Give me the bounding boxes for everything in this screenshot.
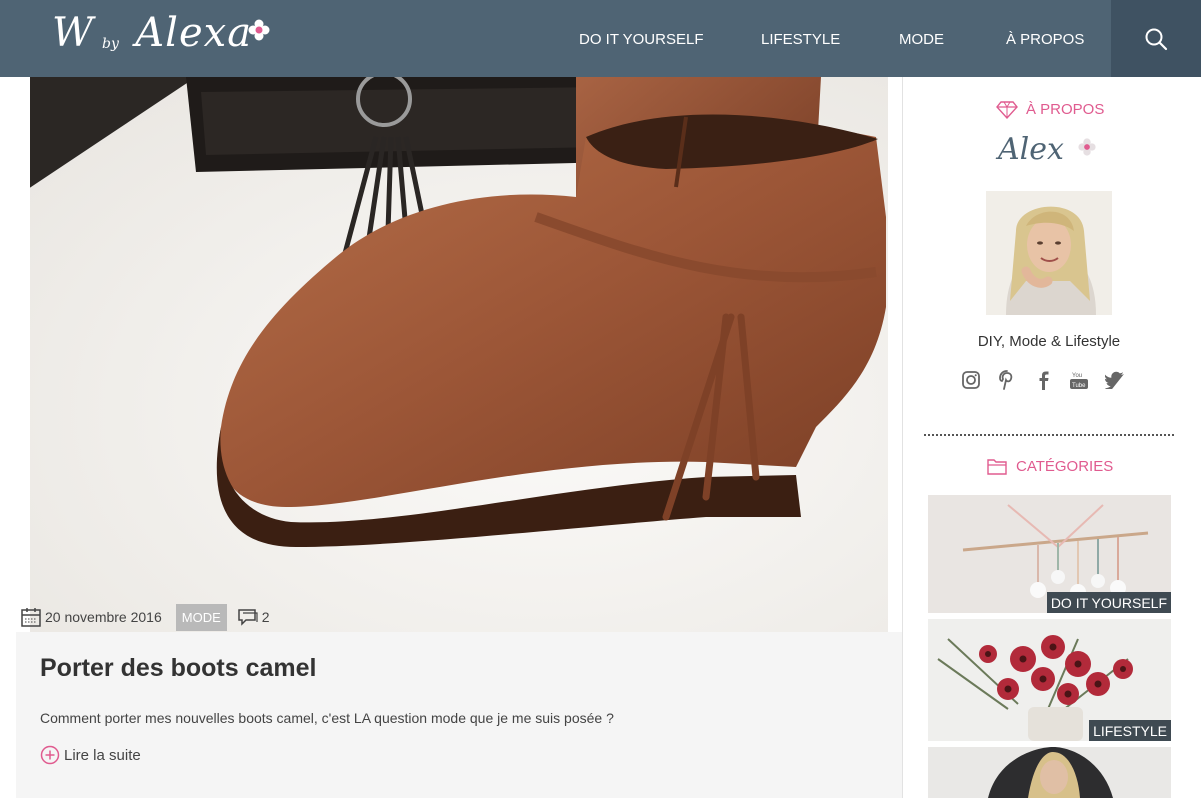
comments-icon xyxy=(238,609,258,626)
post-category-badge[interactable]: MODE xyxy=(175,603,227,631)
twitter-icon[interactable] xyxy=(1104,369,1125,391)
category-label-lifestyle: LIFESTYLE xyxy=(1089,720,1171,741)
author-tagline: DIY, Mode & Lifestyle xyxy=(977,333,1121,350)
nav-do-it-yourself[interactable]: DO IT YOURSELF xyxy=(579,0,703,77)
category-card-lifestyle[interactable]: LIFESTYLE xyxy=(928,619,1171,741)
logo-wordmark: W Alexa xyxy=(52,10,253,56)
flower-icon xyxy=(248,19,270,41)
sidebar-divider xyxy=(902,77,903,798)
category-card-mode[interactable] xyxy=(928,747,1171,798)
svg-text:Tube: Tube xyxy=(1072,383,1086,389)
site-logo[interactable]: W Alexa by xyxy=(52,10,302,70)
post-summary: Porter des boots camel Comment porter me… xyxy=(16,632,902,798)
post-title[interactable]: Porter des boots camel xyxy=(40,654,316,683)
about-title-text: À PROPOS xyxy=(1026,100,1105,118)
search-icon xyxy=(1145,28,1168,50)
diamond-icon xyxy=(996,101,1018,119)
youtube-icon[interactable]: You Tube xyxy=(1068,369,1089,391)
about-widget-title: À PROPOS xyxy=(996,99,1104,119)
svg-text:You: You xyxy=(1072,373,1082,379)
post-featured-image[interactable] xyxy=(16,77,902,633)
author-avatar xyxy=(986,191,1112,315)
nav-lifestyle[interactable]: LIFESTYLE xyxy=(761,0,840,77)
author-signature: Alex xyxy=(998,132,1096,167)
post-comments[interactable]: 2 xyxy=(237,607,270,627)
flower-icon xyxy=(1078,138,1096,156)
site-header: W Alexa by DO IT YOURSELF LIFESTYLE MODE… xyxy=(0,0,1201,77)
nav-a-propos[interactable]: À PROPOS xyxy=(1006,0,1084,77)
category-card-diy[interactable]: DO IT YOURSELF xyxy=(928,495,1171,613)
post-date-text: 20 novembre 2016 xyxy=(45,609,162,625)
mode-photo xyxy=(928,747,1171,798)
facebook-icon[interactable] xyxy=(1032,369,1053,391)
calendar-icon xyxy=(21,608,41,627)
read-more-label: Lire la suite xyxy=(64,746,141,764)
plus-circle-icon xyxy=(40,745,60,765)
sidebar-separator xyxy=(924,434,1174,436)
logo-by: by xyxy=(102,36,119,52)
post-meta: 20 novembre 2016 MODE 2 xyxy=(16,602,270,632)
folder-icon xyxy=(987,459,1007,475)
categories-widget-title: CATÉGORIES xyxy=(986,456,1113,476)
categories-title-text: CATÉGORIES xyxy=(1016,457,1114,475)
nav-mode[interactable]: MODE xyxy=(899,0,944,77)
instagram-icon[interactable] xyxy=(960,369,981,391)
search-button[interactable] xyxy=(1111,0,1201,77)
pinterest-icon[interactable] xyxy=(996,369,1017,391)
read-more-link[interactable]: Lire la suite xyxy=(40,745,141,765)
comment-count: 2 xyxy=(261,609,270,625)
social-links: You Tube xyxy=(960,369,1125,391)
category-label-diy: DO IT YOURSELF xyxy=(1046,592,1171,613)
post-date: 20 novembre 2016 xyxy=(20,606,162,628)
post-excerpt: Comment porter mes nouvelles boots camel… xyxy=(40,710,614,726)
boots-photo xyxy=(16,77,902,633)
